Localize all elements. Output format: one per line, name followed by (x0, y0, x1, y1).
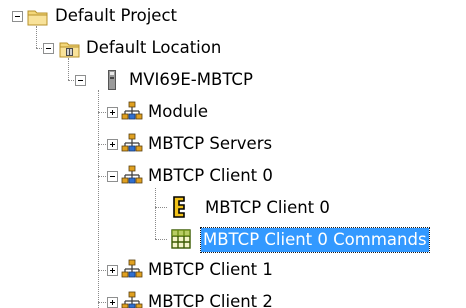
collapse-toggle[interactable] (12, 11, 23, 22)
tree-node-label[interactable]: MBTCP Client 1 (146, 258, 275, 282)
collapse-toggle[interactable] (43, 43, 54, 54)
tree-node-label[interactable]: MBTCP Client 0 (203, 196, 332, 220)
network-nodes-icon (121, 165, 143, 184)
network-nodes-icon (121, 291, 143, 308)
network-nodes-icon (121, 101, 143, 120)
tree-connector (36, 26, 37, 48)
tree-node-label[interactable]: Module (146, 100, 210, 124)
tree-node-label[interactable]: MBTCP Servers (146, 132, 274, 156)
tree-connector (155, 239, 167, 240)
folder-icon (27, 10, 48, 26)
tree-connector (155, 188, 156, 239)
location-folder-icon (59, 42, 80, 58)
tree-connector (155, 207, 167, 208)
expand-toggle[interactable] (107, 139, 118, 150)
tree-node-label[interactable]: Default Project (53, 4, 179, 28)
project-tree: Default Project Default Location MVI69E-… (0, 0, 466, 308)
collapse-toggle[interactable] (75, 75, 86, 86)
network-nodes-icon (121, 259, 143, 278)
tree-node-label[interactable]: Default Location (84, 36, 223, 60)
network-nodes-icon (121, 133, 143, 152)
config-bracket-icon (173, 196, 185, 218)
expand-toggle[interactable] (107, 297, 118, 308)
tree-connector (98, 90, 99, 308)
tree-node-label[interactable]: MBTCP Client 2 (146, 290, 275, 308)
grid-table-icon (171, 229, 191, 249)
tree-node-label[interactable]: MBTCP Client 0 Commands (200, 227, 430, 253)
module-card-icon (108, 70, 116, 90)
tree-node-label[interactable]: MVI69E-MBTCP (127, 68, 255, 92)
collapse-toggle[interactable] (107, 171, 118, 182)
tree-connector (68, 58, 69, 80)
tree-node-label[interactable]: MBTCP Client 0 (146, 164, 275, 188)
expand-toggle[interactable] (107, 265, 118, 276)
expand-toggle[interactable] (107, 107, 118, 118)
